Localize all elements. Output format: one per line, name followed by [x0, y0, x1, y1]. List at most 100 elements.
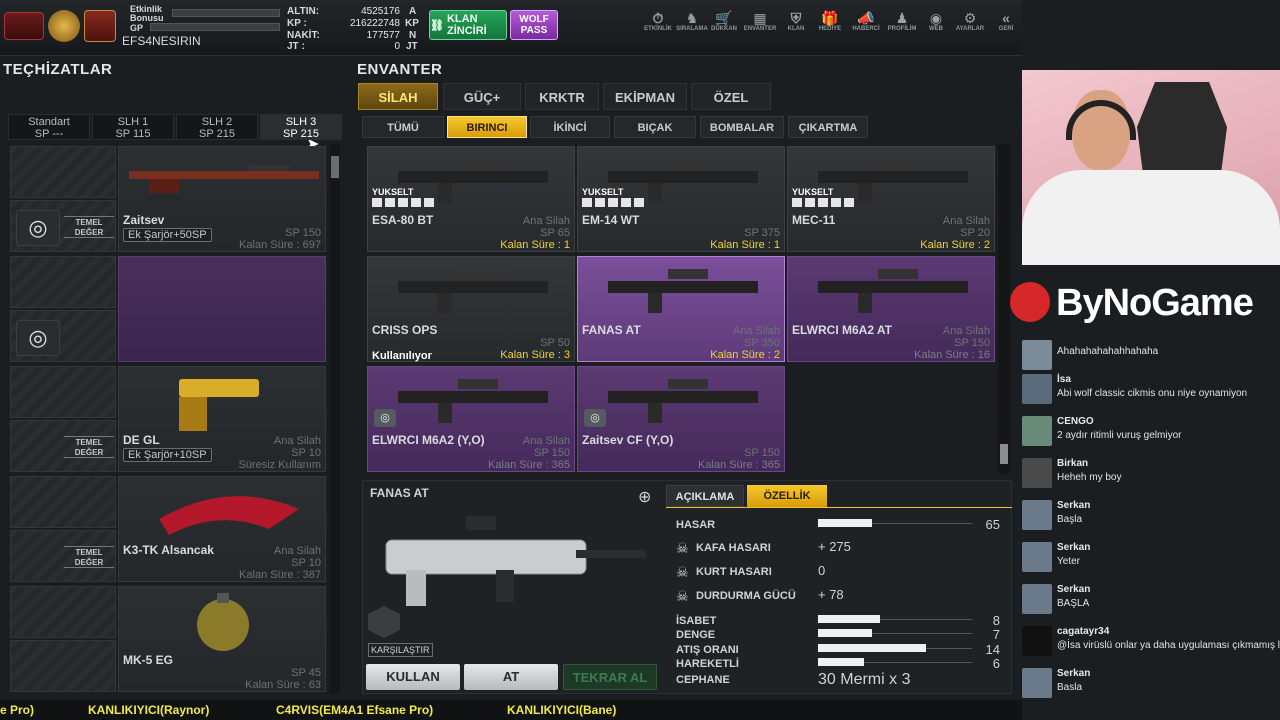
item-time: Kalan Süre : 1: [710, 239, 780, 251]
loadout-tab-sp: SP 215: [199, 128, 235, 140]
inventory-item-2[interactable]: YUKSELT MEC-11 Ana Silah SP 20 Kalan Süre : …: [787, 146, 995, 252]
upgrade-star: [411, 198, 421, 207]
nav-item-10[interactable]: «GERİ: [986, 10, 1026, 32]
inventory-subtab-1[interactable]: BIRINCI: [447, 116, 527, 138]
inventory-tab-3[interactable]: EKİPMAN: [603, 83, 687, 110]
chat-avatar: [1022, 500, 1052, 530]
chat-text: Basla: [1057, 682, 1083, 693]
loadout-tab-0[interactable]: Standart SP ---: [8, 114, 90, 140]
slot-extra-mag: Ek Şarjör+50SP: [123, 228, 212, 242]
ticker-entry: e Pro): [0, 703, 35, 717]
slot-extra-mag: Ek Şarjör+10SP: [123, 448, 212, 462]
chat-avatar: [1022, 416, 1052, 446]
upgrade-star: [621, 198, 631, 207]
slot-background-3: [10, 476, 116, 528]
inventory-subtab-5[interactable]: ÇIKARTMA: [788, 116, 868, 138]
upgrade-star: [844, 198, 854, 207]
loadout-slot-3[interactable]: K3-TK Alsancak Ana Silah SP 10 Kalan Süre :…: [118, 476, 326, 582]
slot-weapon-name: K3-TK Alsancak: [123, 543, 214, 557]
loadout-tab-name: SLH 1: [117, 116, 149, 128]
clan-chain-button[interactable]: ⛓ KLAN ZİNCİRİ: [429, 10, 507, 40]
base-value-line2: DEĞER: [74, 558, 104, 567]
upgrade-star: [831, 198, 841, 207]
inventory-subtab-2[interactable]: İKİNCİ: [530, 116, 610, 138]
nav-label: HEDİYE: [818, 26, 842, 32]
inventory-subtab-0[interactable]: TÜMÜ: [362, 116, 444, 138]
slot-weapon-type: Ana Silah: [273, 435, 321, 447]
chat-message: cagatayr34 @İsa virüslü onlar ya daha uyg…: [1022, 622, 1280, 662]
nav-item-2[interactable]: 🛒 DÜKKAN: [704, 10, 744, 32]
wolf-head-icon: ☠: [676, 564, 689, 580]
loadout-tab-1[interactable]: SLH 1 SP 115: [92, 114, 174, 140]
slot-tier-badge-icon: ◎: [16, 320, 60, 356]
use-button[interactable]: KULLAN: [366, 664, 460, 690]
chat-text: @İsa virüslü onlar ya daha uygulaması çı…: [1057, 640, 1280, 651]
gift-icon: 🎁: [821, 10, 839, 26]
inventory-item-0[interactable]: YUKSELT ESA-80 BT Ana Silah SP 65 Kalan Süre…: [367, 146, 575, 252]
item-name: MEC-11: [792, 213, 836, 227]
gp-bar: [150, 23, 280, 31]
game-screen: Etkinlik Bonusu GP EFS4NESIRIN ALTIN: 45…: [0, 0, 1280, 720]
upgrade-star: [608, 198, 618, 207]
slot-background-2: [10, 366, 116, 418]
item-sp: SP 150: [744, 447, 780, 459]
zoom-icon[interactable]: ⊕: [638, 487, 651, 507]
loadout-tab-name: SLH 2: [201, 116, 233, 128]
loadout-slot-1[interactable]: [118, 256, 326, 362]
item-sp: SP 150: [954, 337, 990, 349]
drop-button[interactable]: AT: [464, 664, 558, 690]
tab-properties[interactable]: ÖZELLİK: [747, 485, 827, 507]
nav-item-9[interactable]: ⚙ AYARLAR: [950, 10, 990, 32]
base-value-line2: DEĞER: [74, 448, 104, 457]
nav-item-5[interactable]: 🎁 HEDİYE: [810, 10, 850, 32]
nav-item-6[interactable]: 📣 HABERCİ: [846, 10, 886, 32]
slot-background-lower-4: [10, 640, 116, 692]
nakit-unit: N: [409, 30, 417, 41]
inventory-tab-1[interactable]: GÜÇ+: [443, 83, 521, 110]
chat-username: Birkan: [1057, 458, 1089, 469]
chat-message: Serkan Basla: [1022, 664, 1280, 704]
loadout-slot-0[interactable]: Zaitsev SP 150 Kalan Süre : 697 Ek Şarjör+5…: [118, 146, 326, 252]
chat-text: Heheh my boy: [1057, 472, 1122, 483]
slot-weapon-type: Ana Silah: [273, 545, 321, 557]
slot-weapon-image: [159, 496, 299, 535]
stat-value: 30 Mermi x 3: [818, 671, 911, 688]
inventory-title: ENVANTER: [357, 61, 443, 78]
inventory-subtab-4[interactable]: BOMBALAR: [700, 116, 784, 138]
chat-username: İsa: [1057, 374, 1071, 385]
stat-label: KAFA HASARI: [696, 542, 771, 554]
upgrade-star: [398, 198, 408, 207]
inventory-tab-0[interactable]: SİLAH: [358, 83, 438, 110]
upgrade-star: [372, 198, 382, 207]
loadout-tab-2[interactable]: SLH 2 SP 215: [176, 114, 258, 140]
item-name: ELWRCI M6A2 AT: [792, 323, 893, 337]
inventory-scrollbar[interactable]: [998, 144, 1010, 474]
compare-button[interactable]: KARŞILAŞTIR: [368, 643, 433, 657]
loadout-slot-2[interactable]: DE GL Ana Silah SP 10 Süresiz Kullanım Ek Şa…: [118, 366, 326, 472]
inventory-item-3[interactable]: CRISS OPS SP 50 Kalan Süre : 3 Kullanılıyor: [367, 256, 575, 362]
wolf-pass-button[interactable]: WOLF PASS: [510, 10, 558, 40]
loadout-tab-name: SLH 3: [285, 116, 317, 128]
chat-avatar: [1022, 340, 1052, 370]
inventory-item-6[interactable]: ◎ ELWRCI M6A2 (Y,O) Ana Silah SP 150 Kalan S…: [367, 366, 575, 472]
item-type: Ana Silah: [942, 215, 990, 227]
inventory-item-5[interactable]: ELWRCI M6A2 AT Ana Silah SP 150 Kalan Süre …: [787, 256, 995, 362]
tab-description[interactable]: AÇIKLAMA: [666, 485, 744, 507]
item-type: Ana Silah: [522, 435, 570, 447]
nav-item-3[interactable]: ▦ ENVANTER: [740, 10, 780, 32]
inventory-item-1[interactable]: YUKSELT EM-14 WT SP 375 Kalan Süre : 1: [577, 146, 785, 252]
loadout-tab-3[interactable]: SLH 3 SP 215: [260, 114, 342, 140]
rebuy-button[interactable]: TEKRAR AL: [563, 664, 657, 690]
loadout-scrollbar[interactable]: [330, 144, 340, 694]
altin-value: 4525176: [361, 6, 400, 17]
sponsor-banner: ByNoGame: [1010, 276, 1280, 336]
inventory-item-7[interactable]: ◎ Zaitsev CF (Y,O) SP 150 Kalan Süre : 365: [577, 366, 785, 472]
inventory-tab-2[interactable]: KRKTR: [525, 83, 599, 110]
nav-label: KLAN: [787, 26, 805, 32]
base-value-line1: TEMEL: [75, 438, 103, 447]
loadout-slot-4[interactable]: MK-5 EG SP 45 Kalan Süre : 63: [118, 586, 326, 692]
inventory-tab-4[interactable]: ÖZEL: [691, 83, 771, 110]
slot-weapon-name: MK-5 EG: [123, 653, 174, 667]
inventory-item-4[interactable]: FANAS AT Ana Silah SP 350 Kalan Süre : 2: [577, 256, 785, 362]
inventory-subtab-3[interactable]: BIÇAK: [614, 116, 696, 138]
